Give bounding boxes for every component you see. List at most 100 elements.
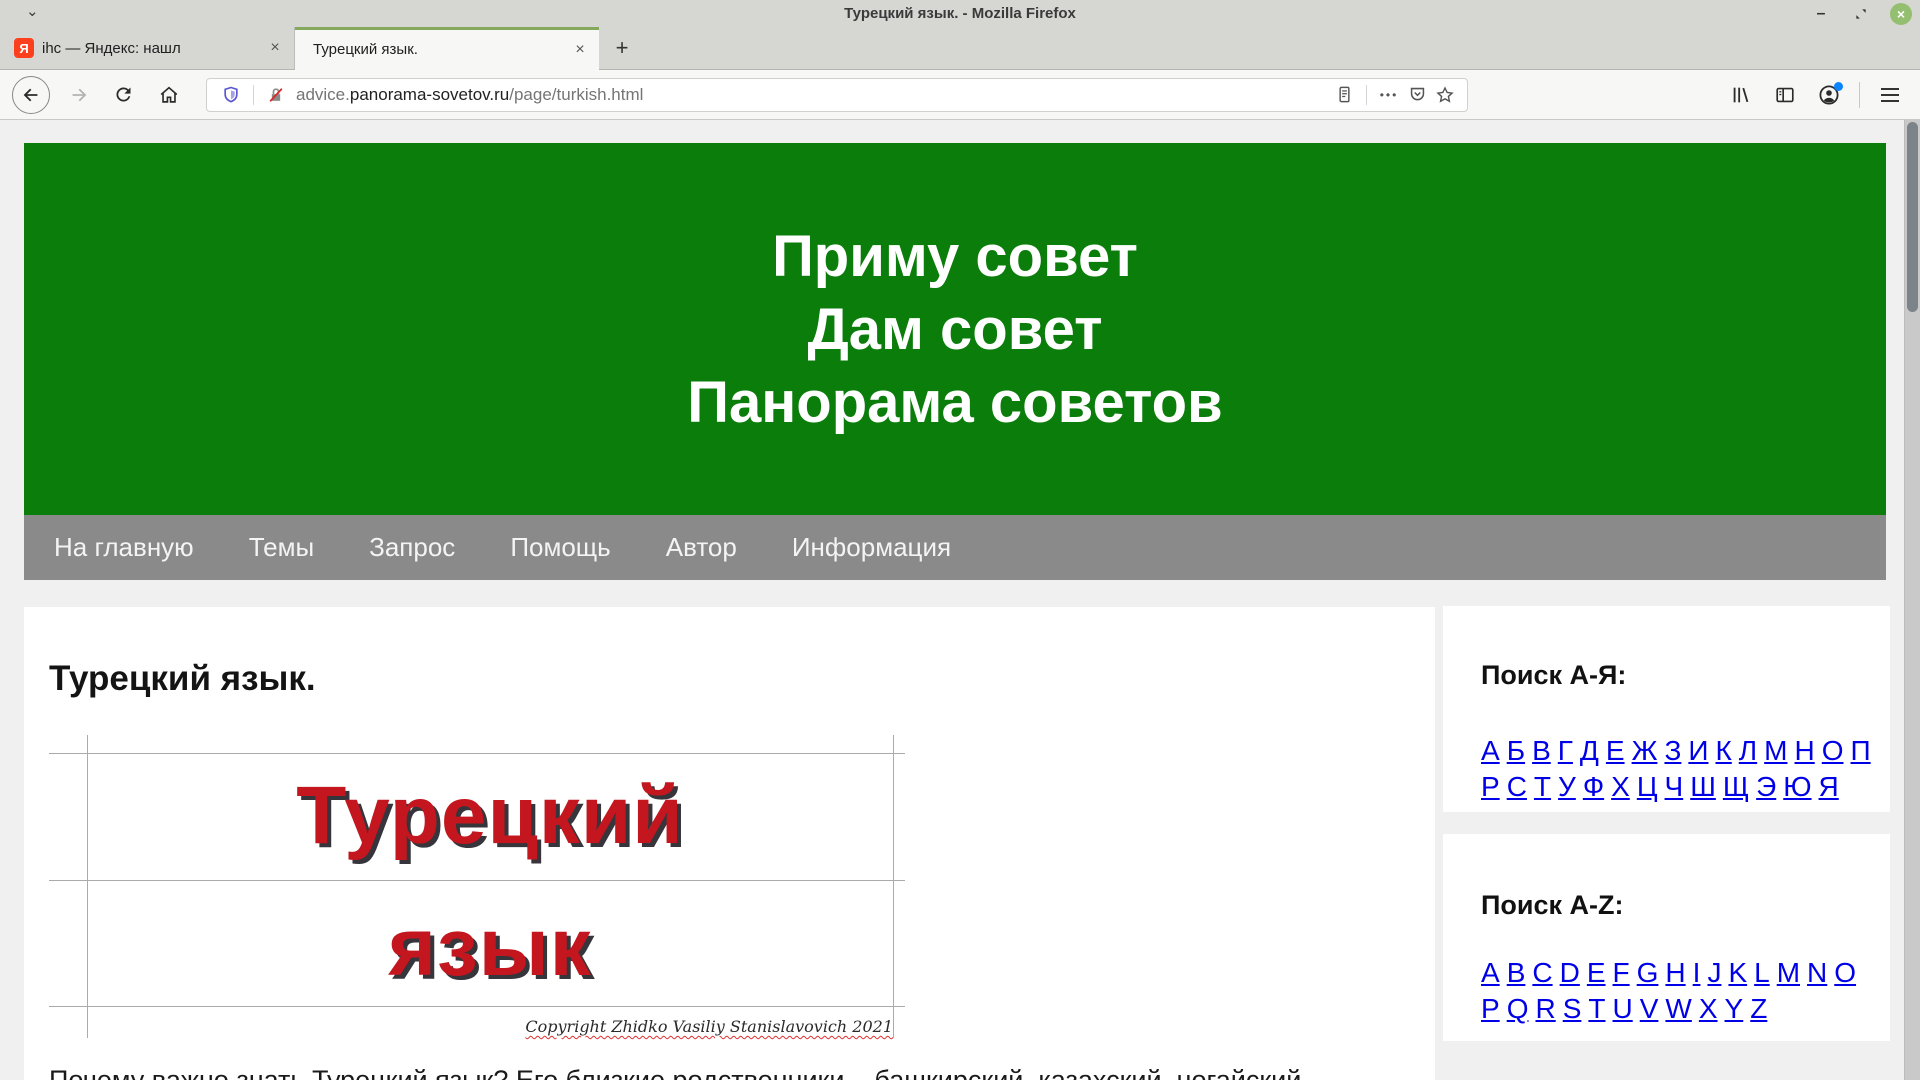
letter-ru2-10[interactable]: Э	[1756, 771, 1776, 802]
pocket-icon[interactable]	[1403, 81, 1431, 109]
back-button[interactable]	[12, 76, 50, 114]
scrollbar-thumb[interactable]	[1907, 122, 1918, 312]
sidebar-latin-title: Поиск A-Z:	[1481, 890, 1890, 921]
letter-ru2-2[interactable]: Т	[1534, 771, 1551, 802]
sidebar-search-latin: Поиск A-Z: ABCDEFGHIJKLMNO PQRSTUVWXYZ	[1443, 834, 1890, 1041]
reader-mode-icon[interactable]	[1330, 81, 1358, 109]
letter-en-3[interactable]: D	[1560, 957, 1580, 988]
tab-label-fade	[228, 40, 264, 57]
toolbar-right-icons	[1723, 77, 1908, 113]
letter-en2-6[interactable]: V	[1640, 993, 1659, 1024]
page-actions-icon[interactable]: •••	[1375, 81, 1403, 109]
sidebars-button[interactable]	[1767, 77, 1803, 113]
page-scrollbar[interactable]	[1904, 120, 1920, 1080]
nav-item-5[interactable]: Информация	[792, 532, 951, 563]
letter-en2-10[interactable]: Z	[1750, 993, 1767, 1024]
nav-item-0[interactable]: На главную	[54, 532, 194, 563]
bookmark-star-icon[interactable]	[1431, 81, 1459, 109]
url-text[interactable]: advice.panorama-sovetov.ru/page/turkish.…	[296, 85, 1330, 105]
letter-en-0[interactable]: A	[1481, 957, 1500, 988]
library-button[interactable]	[1723, 77, 1759, 113]
tab-turkish-close-icon[interactable]: ×	[569, 39, 591, 61]
letter-en2-9[interactable]: Y	[1725, 993, 1744, 1024]
letter-ru2-6[interactable]: Ц	[1637, 771, 1658, 802]
tracking-protection-shield-icon[interactable]	[217, 81, 245, 109]
window-titlebar: ⌄ Турецкий язык. - Mozilla Firefox – ×	[0, 0, 1920, 28]
close-button[interactable]: ×	[1890, 3, 1912, 25]
letter-ru2-1[interactable]: С	[1507, 771, 1527, 802]
letter-ru-9[interactable]: К	[1715, 735, 1731, 766]
letter-ru-7[interactable]: З	[1664, 735, 1681, 766]
letter-ru2-8[interactable]: Ш	[1690, 771, 1716, 802]
letter-ru-14[interactable]: П	[1851, 735, 1871, 766]
letter-ru-10[interactable]: Л	[1739, 735, 1757, 766]
letter-ru2-0[interactable]: Р	[1481, 771, 1500, 802]
tab-yandex[interactable]: Я ihc — Яндекс: нашл ×	[0, 27, 295, 69]
letter-en2-4[interactable]: T	[1588, 993, 1605, 1024]
nav-item-3[interactable]: Помощь	[510, 532, 610, 563]
letter-ru2-4[interactable]: Ф	[1583, 771, 1604, 802]
letter-ru-3[interactable]: Г	[1558, 735, 1573, 766]
letter-en-11[interactable]: L	[1754, 957, 1770, 988]
letter-ru2-11[interactable]: Ю	[1783, 771, 1811, 802]
letter-ru2-9[interactable]: Щ	[1723, 771, 1749, 802]
insecure-lock-icon[interactable]	[262, 81, 290, 109]
banner-line-0: Приму совет	[772, 220, 1138, 293]
nav-item-2[interactable]: Запрос	[369, 532, 455, 563]
letter-en2-3[interactable]: S	[1563, 993, 1582, 1024]
letter-en2-5[interactable]: U	[1613, 993, 1633, 1024]
letter-en2-1[interactable]: Q	[1507, 993, 1529, 1024]
letter-ru-8[interactable]: И	[1688, 735, 1708, 766]
letter-en2-2[interactable]: R	[1535, 993, 1555, 1024]
tab-turkish-active[interactable]: Турецкий язык. ×	[295, 27, 599, 69]
minimize-button[interactable]: –	[1810, 3, 1832, 25]
letter-en-9[interactable]: J	[1707, 957, 1721, 988]
letter-en2-7[interactable]: W	[1665, 993, 1691, 1024]
nav-item-4[interactable]: Автор	[666, 532, 737, 563]
cyrillic-row-1: АБВГДЕЖЗИКЛМНОП	[1481, 735, 1876, 771]
menu-button[interactable]	[1872, 77, 1908, 113]
letter-en-14[interactable]: O	[1834, 957, 1856, 988]
letter-en2-0[interactable]: P	[1481, 993, 1500, 1024]
reload-button[interactable]	[106, 78, 140, 112]
article-image: Турецкий язык Copyright Zhidko Vasiliy S…	[49, 735, 905, 1038]
letter-en-1[interactable]: B	[1507, 957, 1526, 988]
hamburger-menu-icon	[1881, 88, 1899, 102]
letter-en-6[interactable]: G	[1637, 957, 1659, 988]
letter-ru-0[interactable]: А	[1481, 735, 1500, 766]
letter-ru-12[interactable]: Н	[1795, 735, 1815, 766]
maximize-button[interactable]	[1850, 3, 1872, 25]
letter-ru2-12[interactable]: Я	[1819, 771, 1839, 802]
url-subdomain: advice.	[296, 85, 350, 104]
urlbar-separator	[253, 85, 254, 105]
letter-en-5[interactable]: F	[1613, 957, 1630, 988]
letter-en-12[interactable]: M	[1777, 957, 1800, 988]
letter-ru2-5[interactable]: Х	[1611, 771, 1630, 802]
url-bar[interactable]: advice.panorama-sovetov.ru/page/turkish.…	[206, 78, 1468, 112]
new-tab-button[interactable]: +	[605, 31, 639, 65]
letter-ru2-7[interactable]: Ч	[1665, 771, 1684, 802]
letter-ru-4[interactable]: Д	[1580, 735, 1599, 766]
letter-en-2[interactable]: C	[1532, 957, 1552, 988]
letter-ru2-3[interactable]: У	[1558, 771, 1576, 802]
site-nav-menu: На главную Темы Запрос Помощь Автор Информаци…	[24, 515, 1886, 580]
letter-en-8[interactable]: I	[1693, 957, 1701, 988]
account-button[interactable]	[1811, 77, 1847, 113]
letter-ru-6[interactable]: Ж	[1632, 735, 1658, 766]
tab-yandex-close-icon[interactable]: ×	[264, 37, 286, 59]
home-button[interactable]	[152, 78, 186, 112]
forward-button[interactable]	[62, 78, 96, 112]
letter-ru-2[interactable]: В	[1532, 735, 1551, 766]
letter-ru-1[interactable]: Б	[1507, 735, 1525, 766]
letter-ru-13[interactable]: О	[1822, 735, 1844, 766]
letter-ru-11[interactable]: М	[1764, 735, 1787, 766]
letter-en-10[interactable]: K	[1728, 957, 1747, 988]
letter-en-13[interactable]: N	[1807, 957, 1827, 988]
letter-en-7[interactable]: H	[1665, 957, 1685, 988]
letter-en-4[interactable]: E	[1587, 957, 1606, 988]
article-paragraph: Почему важно знать Турецкий язык? Его бл…	[49, 1062, 1410, 1080]
letter-en2-8[interactable]: X	[1699, 993, 1718, 1024]
letter-ru-5[interactable]: Е	[1606, 735, 1625, 766]
nav-item-1[interactable]: Темы	[249, 532, 314, 563]
url-path: /page/turkish.html	[509, 85, 643, 104]
